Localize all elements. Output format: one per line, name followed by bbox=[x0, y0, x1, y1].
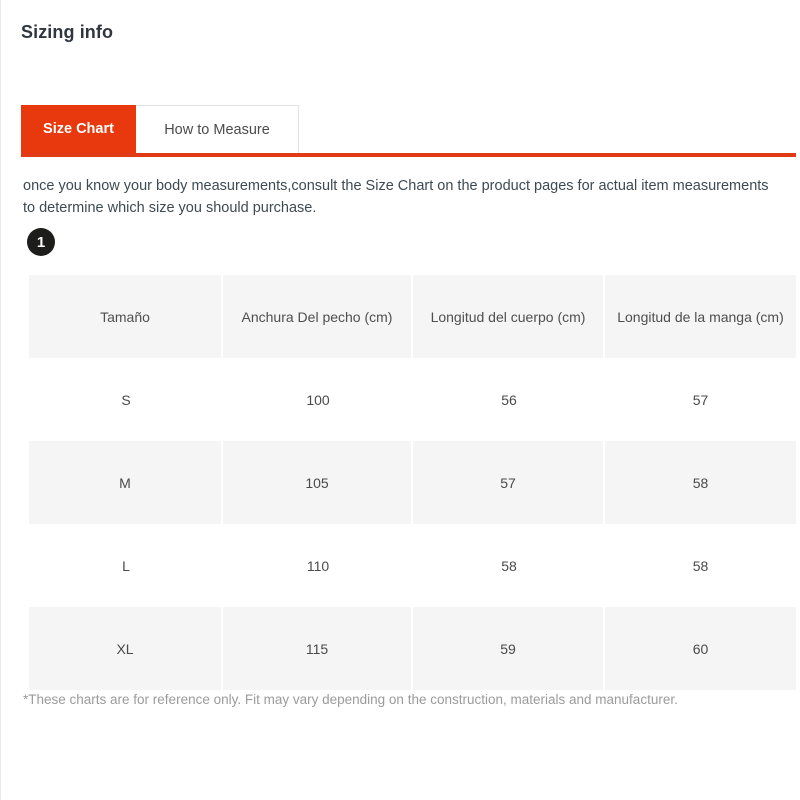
cell-sleeve-length: 58 bbox=[605, 441, 796, 524]
tab-underline-rule bbox=[21, 153, 796, 157]
intro-paragraph: once you know your body measurements,con… bbox=[23, 178, 769, 217]
sizing-info-page: Sizing info Size Chart How to Measure on… bbox=[0, 0, 800, 800]
cell-sleeve-length: 58 bbox=[605, 524, 796, 607]
cell-size: XL bbox=[29, 607, 223, 690]
step-number-badge: 1 bbox=[27, 228, 55, 256]
column-header: Longitud del cuerpo (cm) bbox=[413, 275, 605, 358]
tab-how-to-measure-label: How to Measure bbox=[164, 121, 270, 138]
cell-body-length: 59 bbox=[413, 607, 605, 690]
tab-how-to-measure[interactable]: How to Measure bbox=[136, 105, 299, 153]
tab-size-chart[interactable]: Size Chart bbox=[21, 105, 136, 153]
table-row: L 110 58 58 bbox=[29, 524, 796, 607]
cell-chest-width: 115 bbox=[223, 607, 413, 690]
table-row: S 100 56 57 bbox=[29, 358, 796, 441]
cell-body-length: 58 bbox=[413, 524, 605, 607]
page-title: Sizing info bbox=[21, 22, 114, 42]
table-row: XL 115 59 60 bbox=[29, 607, 796, 690]
cell-size: M bbox=[29, 441, 223, 524]
tab-size-chart-label: Size Chart bbox=[43, 121, 114, 137]
disclaimer-footnote: *These charts are for reference only. Fi… bbox=[23, 692, 678, 707]
tab-bar: Size Chart How to Measure bbox=[21, 105, 299, 153]
cell-chest-width: 100 bbox=[223, 358, 413, 441]
cell-body-length: 57 bbox=[413, 441, 605, 524]
table-header-row: Tamaño Anchura Del pecho (cm) Longitud d… bbox=[29, 275, 796, 358]
cell-body-length: 56 bbox=[413, 358, 605, 441]
cell-size: S bbox=[29, 358, 223, 441]
cell-sleeve-length: 60 bbox=[605, 607, 796, 690]
cell-chest-width: 110 bbox=[223, 524, 413, 607]
cell-chest-width: 105 bbox=[223, 441, 413, 524]
cell-sleeve-length: 57 bbox=[605, 358, 796, 441]
size-chart-table: Tamaño Anchura Del pecho (cm) Longitud d… bbox=[29, 275, 796, 690]
column-header: Longitud de la manga (cm) bbox=[605, 275, 796, 358]
cell-size: L bbox=[29, 524, 223, 607]
column-header: Tamaño bbox=[29, 275, 223, 358]
table-row: M 105 57 58 bbox=[29, 441, 796, 524]
column-header: Anchura Del pecho (cm) bbox=[223, 275, 413, 358]
